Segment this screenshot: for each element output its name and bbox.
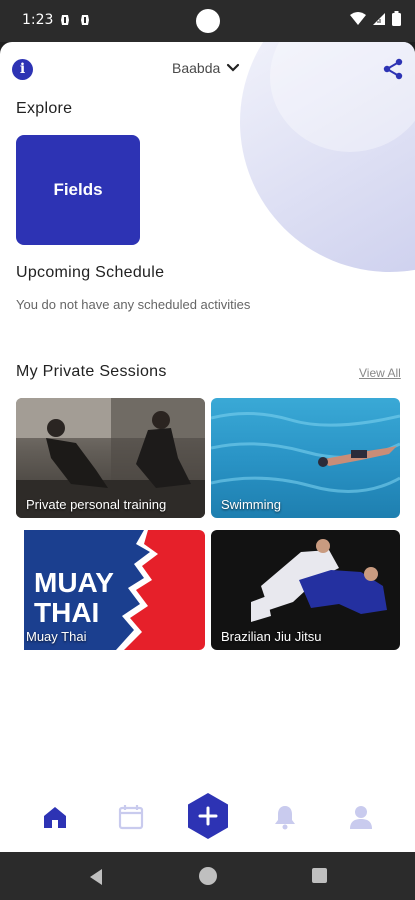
signal-icon xyxy=(373,12,385,25)
upcoming-empty-message: You do not have any scheduled activities xyxy=(16,297,251,312)
battery-icon xyxy=(392,11,401,26)
chevron-down-icon xyxy=(227,63,240,72)
bottom-navigation xyxy=(0,786,415,852)
status-bar: 1:23 xyxy=(0,0,415,42)
back-icon[interactable] xyxy=(88,868,104,886)
location-label: Baabda xyxy=(172,60,221,76)
home-button-icon[interactable] xyxy=(199,867,217,885)
muay-thai-logo-text: THAI xyxy=(34,597,99,628)
explore-title: Explore xyxy=(16,100,73,117)
session-card-label: Brazilian Jiu Jitsu xyxy=(221,629,322,644)
profile-icon[interactable] xyxy=(348,804,374,830)
camera-cutout xyxy=(196,9,220,33)
session-card-muay-thai[interactable]: MUAY THAI Muay Thai xyxy=(16,530,205,650)
session-card-private-training[interactable]: Private personal training xyxy=(16,398,205,518)
notification-icon xyxy=(81,15,89,25)
notification-icon xyxy=(61,15,69,25)
location-selector[interactable]: Baabda xyxy=(172,60,240,76)
share-icon[interactable] xyxy=(382,58,404,80)
system-navigation-bar xyxy=(0,852,415,900)
session-card-label: Muay Thai xyxy=(26,629,87,644)
calendar-icon[interactable] xyxy=(118,804,144,830)
muay-thai-logo-text: MUAY xyxy=(34,567,114,598)
session-card-label: Private personal training xyxy=(26,497,167,512)
fields-tile[interactable]: Fields xyxy=(16,135,140,245)
info-icon[interactable]: i xyxy=(12,59,33,80)
home-icon[interactable] xyxy=(42,804,68,830)
upcoming-schedule-title: Upcoming Schedule xyxy=(16,264,165,281)
private-sessions-title: My Private Sessions xyxy=(16,363,167,380)
view-all-link[interactable]: View All xyxy=(359,366,401,380)
session-card-swimming[interactable]: Swimming xyxy=(211,398,400,518)
fields-tile-label: Fields xyxy=(53,180,103,199)
session-card-label: Swimming xyxy=(221,497,281,512)
bell-icon[interactable] xyxy=(272,804,298,830)
recent-apps-icon[interactable] xyxy=(312,868,327,883)
session-card-bjj[interactable]: Brazilian Jiu Jitsu xyxy=(211,530,400,650)
status-time: 1:23 xyxy=(22,12,54,28)
add-icon[interactable] xyxy=(186,792,230,840)
wifi-icon xyxy=(350,11,366,25)
app-screen: i Baabda Explore Fields Upcoming Schedul… xyxy=(0,42,415,852)
